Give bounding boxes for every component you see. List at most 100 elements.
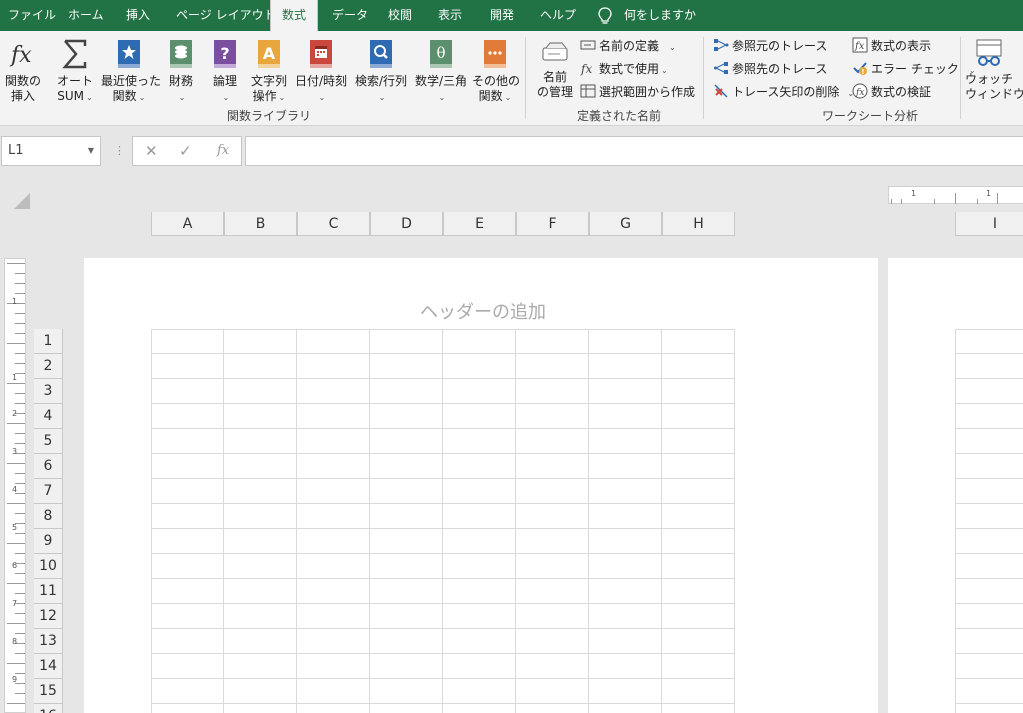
row-header[interactable]: 2 bbox=[34, 354, 63, 379]
cell[interactable] bbox=[955, 704, 1023, 713]
cell[interactable] bbox=[443, 654, 516, 679]
column-header[interactable]: A bbox=[151, 212, 224, 236]
cell[interactable] bbox=[297, 429, 370, 454]
evaluate-formula-button[interactable]: fx 数式の検証 bbox=[852, 82, 931, 102]
row-header[interactable]: 3 bbox=[34, 379, 63, 404]
cell[interactable] bbox=[370, 704, 443, 713]
cell[interactable] bbox=[370, 404, 443, 429]
column-header[interactable]: C bbox=[297, 212, 370, 236]
cell[interactable] bbox=[297, 679, 370, 704]
cell[interactable] bbox=[955, 329, 1023, 354]
column-header[interactable]: H bbox=[662, 212, 735, 236]
cell[interactable] bbox=[370, 679, 443, 704]
cell[interactable] bbox=[151, 629, 224, 654]
cell[interactable] bbox=[297, 379, 370, 404]
cell[interactable] bbox=[662, 529, 735, 554]
cell[interactable] bbox=[662, 629, 735, 654]
tab-file[interactable]: ファイル bbox=[8, 0, 56, 31]
cell[interactable] bbox=[443, 379, 516, 404]
row-header[interactable]: 14 bbox=[34, 654, 63, 679]
cell[interactable] bbox=[955, 629, 1023, 654]
column-header[interactable]: F bbox=[516, 212, 589, 236]
math-trig-button[interactable]: θ 数学/三角 ⌄ bbox=[413, 38, 469, 105]
cell[interactable] bbox=[443, 504, 516, 529]
chevron-down-icon[interactable]: ▼ bbox=[88, 137, 94, 165]
tab-review[interactable]: 校閲 bbox=[388, 0, 412, 31]
cell[interactable] bbox=[516, 579, 589, 604]
text-button[interactable]: A 文字列 操作 ⌄ bbox=[249, 38, 289, 105]
cell[interactable] bbox=[151, 554, 224, 579]
cell[interactable] bbox=[589, 579, 662, 604]
autosum-button[interactable]: オート SUM ⌄ bbox=[53, 38, 97, 105]
cell[interactable] bbox=[955, 429, 1023, 454]
date-time-button[interactable]: 日付/時刻 ⌄ bbox=[293, 38, 349, 105]
remove-arrows-button[interactable]: トレース矢印の削除 ⌄ bbox=[713, 82, 854, 102]
cell[interactable] bbox=[955, 479, 1023, 504]
cell[interactable] bbox=[370, 604, 443, 629]
cell[interactable] bbox=[370, 579, 443, 604]
cell[interactable] bbox=[589, 529, 662, 554]
cell[interactable] bbox=[224, 654, 297, 679]
cell[interactable] bbox=[516, 329, 589, 354]
enter-check-icon[interactable]: ✓ bbox=[179, 142, 192, 160]
cell[interactable] bbox=[516, 704, 589, 713]
cell[interactable] bbox=[370, 379, 443, 404]
cell[interactable] bbox=[151, 329, 224, 354]
cell[interactable] bbox=[589, 679, 662, 704]
cell[interactable] bbox=[516, 354, 589, 379]
cell[interactable] bbox=[662, 679, 735, 704]
column-header[interactable]: E bbox=[443, 212, 516, 236]
cell[interactable] bbox=[297, 654, 370, 679]
cell[interactable] bbox=[589, 479, 662, 504]
column-header[interactable]: B bbox=[224, 212, 297, 236]
cell[interactable] bbox=[662, 479, 735, 504]
cell[interactable] bbox=[662, 579, 735, 604]
cell[interactable] bbox=[516, 654, 589, 679]
cell[interactable] bbox=[443, 554, 516, 579]
formula-input[interactable] bbox=[245, 136, 1023, 166]
row-header[interactable]: 6 bbox=[34, 454, 63, 479]
cell[interactable] bbox=[662, 454, 735, 479]
cell[interactable] bbox=[516, 379, 589, 404]
tab-view[interactable]: 表示 bbox=[438, 0, 462, 31]
cell[interactable] bbox=[589, 354, 662, 379]
cell[interactable] bbox=[443, 479, 516, 504]
cell[interactable] bbox=[955, 579, 1023, 604]
cell[interactable] bbox=[297, 704, 370, 713]
header-placeholder[interactable]: ヘッダーの追加 bbox=[420, 298, 546, 324]
cell[interactable] bbox=[297, 454, 370, 479]
cell[interactable] bbox=[297, 554, 370, 579]
cell[interactable] bbox=[151, 454, 224, 479]
cell[interactable] bbox=[516, 454, 589, 479]
cell[interactable] bbox=[224, 529, 297, 554]
logical-button[interactable]: ? 論理 ⌄ bbox=[209, 38, 241, 105]
cell[interactable] bbox=[662, 654, 735, 679]
row-header[interactable]: 12 bbox=[34, 604, 63, 629]
trace-precedents-button[interactable]: 参照元のトレース bbox=[713, 36, 827, 56]
row-header[interactable]: 13 bbox=[34, 629, 63, 654]
tell-me-search[interactable]: 何をしますか bbox=[624, 0, 696, 31]
cell[interactable] bbox=[151, 704, 224, 713]
cell[interactable] bbox=[662, 554, 735, 579]
cell[interactable] bbox=[662, 379, 735, 404]
cell[interactable] bbox=[370, 554, 443, 579]
financial-button[interactable]: 財務 ⌄ bbox=[164, 38, 198, 105]
cell[interactable] bbox=[589, 629, 662, 654]
row-header[interactable]: 4 bbox=[34, 404, 63, 429]
cell[interactable] bbox=[370, 329, 443, 354]
show-formulas-button[interactable]: fx 数式の表示 bbox=[852, 36, 931, 56]
cell[interactable] bbox=[443, 404, 516, 429]
cell[interactable] bbox=[151, 579, 224, 604]
row-header[interactable]: 5 bbox=[34, 429, 63, 454]
cell[interactable] bbox=[297, 354, 370, 379]
cell[interactable] bbox=[370, 354, 443, 379]
insert-function-icon[interactable]: fx bbox=[217, 143, 229, 158]
cell[interactable] bbox=[443, 579, 516, 604]
row-header[interactable]: 9 bbox=[34, 529, 63, 554]
cell[interactable] bbox=[224, 429, 297, 454]
cell[interactable] bbox=[224, 404, 297, 429]
cell[interactable] bbox=[297, 579, 370, 604]
row-header[interactable]: 11 bbox=[34, 579, 63, 604]
cell[interactable] bbox=[443, 354, 516, 379]
cell[interactable] bbox=[516, 504, 589, 529]
